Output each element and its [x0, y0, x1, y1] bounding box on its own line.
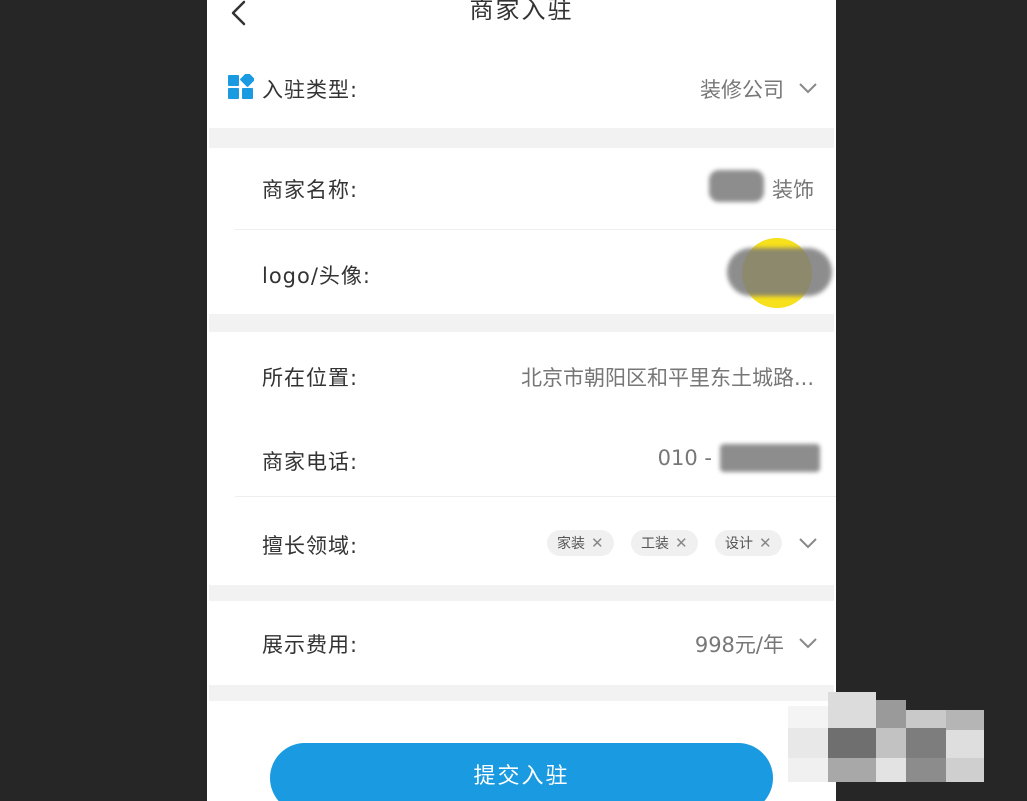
location-label: 所在位置: [262, 366, 359, 390]
submit-button[interactable]: 提交入驻 [270, 743, 773, 801]
fee-label: 展示费用: [262, 633, 359, 657]
chevron-down-icon[interactable] [798, 537, 818, 549]
tag-commercial[interactable]: 工装 ✕ [631, 530, 698, 556]
section-gap [209, 128, 834, 148]
tag-home-decor[interactable]: 家装 ✕ [547, 530, 614, 556]
tag-remove-icon[interactable]: ✕ [591, 534, 604, 552]
location-row[interactable]: 所在位置: 北京市朝阳区和平里东土城路... [207, 332, 836, 416]
phone-label: 商家电话: [262, 450, 359, 474]
section-gap [209, 685, 834, 701]
tag-label: 家装 [557, 536, 585, 552]
tag-label: 设计 [725, 536, 753, 552]
location-value[interactable]: 北京市朝阳区和平里东土城路... [521, 362, 814, 392]
type-row[interactable]: 入驻类型: 装修公司 [207, 46, 836, 128]
section-gap [209, 314, 834, 332]
page-title: 商家入驻 [469, 0, 574, 24]
phone-row[interactable]: 商家电话: 010 - [207, 416, 836, 496]
category-grid-icon [228, 74, 254, 99]
phone-prefix[interactable]: 010 - [658, 446, 712, 470]
merchant-name-row[interactable]: 商家名称: 装饰 [207, 148, 836, 230]
chevron-down-icon[interactable] [798, 82, 818, 94]
type-label: 入驻类型: [262, 78, 359, 102]
tag-remove-icon[interactable]: ✕ [759, 534, 772, 552]
expertise-label: 擅长领域: [262, 534, 359, 558]
chevron-down-icon[interactable] [798, 637, 818, 649]
tag-label: 工装 [641, 536, 669, 552]
tag-remove-icon[interactable]: ✕ [675, 534, 688, 552]
nav-bar: 商家入驻 [207, 0, 836, 40]
fee-row[interactable]: 展示费用: 998元/年 [207, 601, 836, 685]
redacted-avatar-blur [727, 248, 832, 296]
fee-value[interactable]: 998元/年 [695, 629, 784, 659]
redacted-phone-blur [720, 444, 820, 472]
tag-design[interactable]: 设计 ✕ [715, 530, 782, 556]
phone-screen: 商家入驻 入驻类型: 装修公司 商家名称: 装饰 logo/头像: 所在位置: … [207, 0, 836, 801]
watermark-mosaic [788, 692, 984, 788]
type-value[interactable]: 装修公司 [700, 74, 784, 104]
merchant-name-label: 商家名称: [262, 178, 359, 202]
expertise-row[interactable]: 擅长领域: 家装 ✕ 工装 ✕ 设计 ✕ [207, 497, 836, 585]
section-gap [209, 585, 834, 601]
redacted-blur [709, 170, 764, 202]
merchant-name-value[interactable]: 装饰 [772, 174, 814, 204]
logo-label: logo/头像: [262, 264, 372, 288]
